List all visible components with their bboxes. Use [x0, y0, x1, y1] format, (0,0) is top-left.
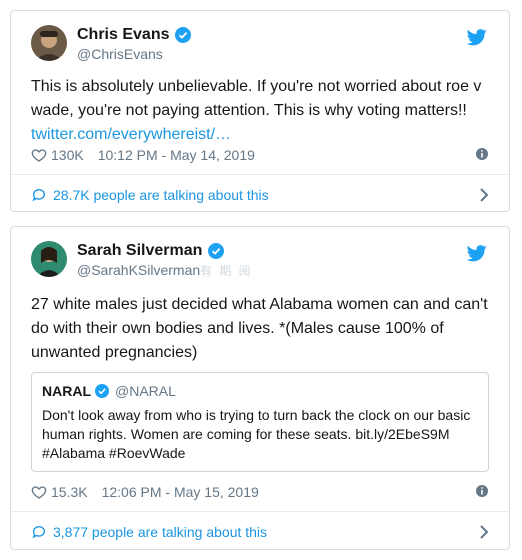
like-button[interactable]: 15.3K — [31, 484, 102, 500]
tweet-card-sarah-silverman[interactable]: Sarah Silverman @SarahKSilverman 27 whit… — [10, 226, 510, 550]
conversation-link[interactable]: 3,877 people are talking about this — [31, 522, 489, 542]
conversation-link[interactable]: 28.7K people are talking about this — [31, 185, 489, 205]
twitter-bird-icon[interactable] — [467, 27, 487, 47]
avatar[interactable] — [31, 25, 67, 61]
timestamp[interactable]: 12:06 PM - May 15, 2019 — [102, 484, 259, 500]
verified-badge-icon — [208, 243, 225, 259]
tweet-text: 27 white males just decided what Alabama… — [31, 296, 488, 361]
heart-icon — [31, 149, 47, 162]
verified-badge-icon — [95, 384, 109, 398]
timestamp[interactable]: 10:12 PM - May 14, 2019 — [98, 147, 255, 163]
tweet-meta: 15.3K 12:06 PM - May 15, 2019 — [31, 482, 489, 502]
twitter-bird-icon[interactable] — [467, 243, 487, 263]
tweet-text: This is absolutely unbelievable. If you'… — [31, 75, 493, 147]
reply-bubble-icon — [32, 189, 45, 202]
talking-count[interactable]: 28.7K people are talking about this — [53, 187, 269, 203]
heart-icon — [31, 486, 47, 499]
info-icon[interactable] — [475, 147, 489, 161]
avatar[interactable] — [31, 241, 67, 277]
info-icon[interactable] — [475, 484, 489, 498]
talking-count[interactable]: 3,877 people are talking about this — [53, 524, 267, 540]
author-names: Chris Evans @ChrisEvans — [77, 25, 192, 63]
tweet-card-chris-evans[interactable]: Chris Evans @ChrisEvans This is absolute… — [10, 10, 510, 212]
like-count: 15.3K — [51, 484, 88, 500]
display-name[interactable]: Sarah Silverman — [77, 241, 202, 261]
display-name[interactable]: Chris Evans — [77, 25, 169, 45]
watermark: 有 期 阅 — [200, 264, 253, 278]
reply-bubble-icon — [32, 526, 45, 539]
quoted-tweet[interactable]: NARAL @NARAL Don't look away from who is… — [31, 372, 489, 472]
quoted-header: NARAL @NARAL — [42, 383, 176, 399]
author-handle[interactable]: @ChrisEvans — [77, 45, 191, 63]
tweet-link[interactable]: twitter.com/everywhereist/… — [31, 126, 231, 143]
chevron-right-icon[interactable] — [479, 188, 489, 202]
author-display[interactable]: Sarah Silverman — [77, 241, 225, 261]
quoted-handle[interactable]: @NARAL — [115, 383, 176, 399]
tweet-header: Chris Evans @ChrisEvans — [31, 25, 493, 65]
tweet-meta: 130K 10:12 PM - May 14, 2019 — [31, 145, 489, 165]
quoted-display-name[interactable]: NARAL — [42, 383, 91, 399]
tweet-body: This is absolutely unbelievable. If you'… — [31, 78, 482, 119]
like-button[interactable]: 130K — [31, 147, 98, 163]
author-display[interactable]: Chris Evans — [77, 25, 192, 45]
tweet-header: Sarah Silverman @SarahKSilverman — [31, 241, 493, 281]
verified-badge-icon — [175, 27, 192, 43]
chevron-right-icon[interactable] — [479, 525, 489, 539]
quoted-text: Don't look away from who is trying to tu… — [42, 407, 471, 461]
like-count: 130K — [51, 147, 84, 163]
divider — [11, 174, 509, 175]
divider — [11, 511, 509, 512]
